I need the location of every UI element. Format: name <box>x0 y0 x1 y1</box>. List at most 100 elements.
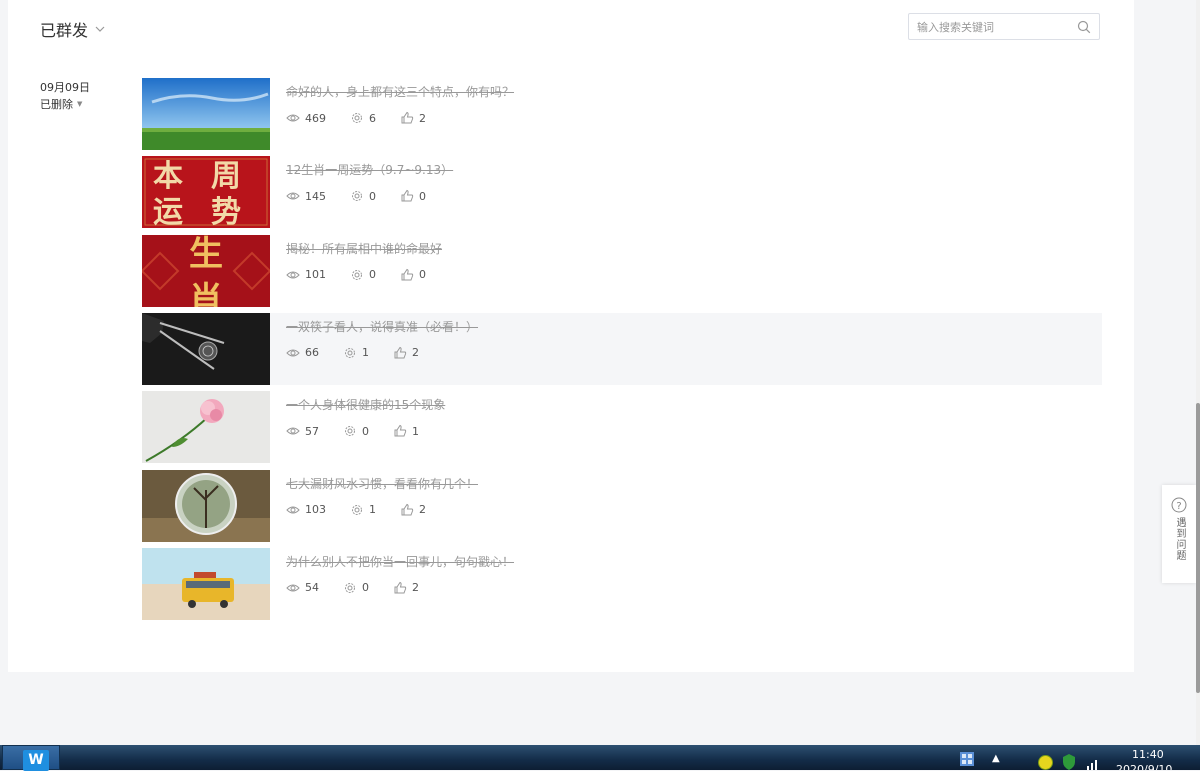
group-status-dropdown[interactable]: 已删除 ▼ <box>40 96 90 113</box>
article-stats: 145 0 0 <box>286 189 450 203</box>
group-date-info: 09月09日 已删除 ▼ <box>40 79 90 113</box>
likes-stat: 1 <box>393 424 419 438</box>
crystal-ball-image <box>142 469 270 542</box>
tray-expand-icon[interactable]: ▲ <box>992 753 1000 764</box>
taskbar: W ▲ 11:40 2020/9/10 <box>0 745 1200 771</box>
shares-count: 0 <box>362 581 369 595</box>
mass-send-filter-dropdown[interactable]: 已群发 <box>40 17 106 41</box>
article-title[interactable]: 为什么别人不把你当一回事儿，句句戳心！ <box>286 553 514 570</box>
article-row: 生 肖 揭秘！所有属相中谁的命最好 101 0 0 <box>142 234 1102 307</box>
page-title: 已群发 <box>40 21 89 40</box>
clock-time[interactable]: 11:40 <box>1132 748 1164 761</box>
article-stats: 469 6 2 <box>286 111 450 125</box>
gear-icon <box>352 113 362 123</box>
shares-stat: 1 <box>350 503 376 517</box>
article-row: 一个人身体很健康的15个现象 57 0 1 <box>142 391 1102 464</box>
article-title[interactable]: 一个人身体很健康的15个现象 <box>286 396 445 413</box>
clock-date[interactable]: 2020/9/10 <box>1116 763 1186 770</box>
article-stats: 66 1 2 <box>286 346 443 360</box>
thumbs-up-icon <box>401 111 414 124</box>
gear-icon <box>352 504 362 515</box>
app-logo-icon: W <box>23 750 49 771</box>
article-stats: 57 0 1 <box>286 424 443 438</box>
thumbs-up-icon <box>401 503 414 516</box>
views-count: 66 <box>305 346 319 360</box>
likes-count: 0 <box>419 189 426 203</box>
article-title[interactable]: 七大漏财风水习惯，看看你有几个！ <box>286 475 478 492</box>
help-label: 遇到问题 <box>1174 517 1185 561</box>
views-count: 101 <box>305 268 326 282</box>
likes-count: 2 <box>419 503 426 517</box>
thumb-char: 肖 <box>189 280 223 307</box>
eye-icon <box>286 506 300 514</box>
network-app-icon[interactable] <box>960 752 974 766</box>
likes-count: 1 <box>412 424 419 438</box>
svg-text:?: ? <box>1176 501 1181 512</box>
article-thumbnail[interactable] <box>142 469 270 542</box>
caret-down-icon: ▼ <box>77 100 83 108</box>
thumb-char: 周 <box>211 159 241 194</box>
scrollbar-thumb[interactable] <box>1196 403 1200 693</box>
article-title[interactable]: 一双筷子看人，说得真准（必看！） <box>286 318 478 335</box>
article-thumbnail[interactable] <box>142 391 270 464</box>
search-icon[interactable] <box>1077 20 1091 34</box>
likes-stat: 2 <box>400 111 426 125</box>
taskbar-app-button[interactable]: W <box>2 745 60 771</box>
article-stats: 101 0 0 <box>286 268 450 282</box>
article-thumbnail[interactable] <box>142 78 270 150</box>
rose-image <box>142 391 270 464</box>
shares-stat: 6 <box>350 111 376 125</box>
eye-icon <box>286 271 300 279</box>
signal-icon[interactable] <box>1086 757 1100 770</box>
article-thumbnail[interactable]: 生 肖 <box>142 234 270 307</box>
question-icon: ? <box>1171 497 1187 513</box>
article-row: 七大漏财风水习惯，看看你有几个！ 103 1 2 <box>142 469 1102 542</box>
views-count: 145 <box>305 189 326 203</box>
search-input[interactable] <box>917 19 1067 35</box>
article-thumbnail[interactable]: 本 周 运 势 <box>142 156 270 229</box>
shares-count: 1 <box>369 503 376 517</box>
views-stat: 103 <box>286 503 326 517</box>
likes-count: 2 <box>412 581 419 595</box>
article-row: 为什么别人不把你当一回事儿，句句戳心！ 54 0 2 <box>142 547 1102 620</box>
likes-stat: 2 <box>393 346 419 360</box>
shares-count: 0 <box>369 189 376 203</box>
article-thumbnail[interactable] <box>142 547 270 620</box>
views-stat: 57 <box>286 424 319 438</box>
views-count: 469 <box>305 111 326 125</box>
toy-bus-image <box>142 547 270 620</box>
views-stat: 469 <box>286 111 326 125</box>
shield-icon[interactable] <box>1062 754 1076 770</box>
gear-icon <box>352 269 362 280</box>
likes-stat: 2 <box>400 503 426 517</box>
views-count: 103 <box>305 503 326 517</box>
likes-stat: 2 <box>393 581 419 595</box>
article-title[interactable]: 揭秘！所有属相中谁的命最好 <box>286 240 442 257</box>
views-stat: 101 <box>286 268 326 282</box>
content-card: 已群发 09月09日 已删除 ▼ <box>8 0 1134 672</box>
eye-icon <box>286 114 300 122</box>
chevron-down-icon <box>95 26 105 32</box>
thumb-char: 势 <box>211 195 241 228</box>
tray-app-icon[interactable] <box>1038 755 1053 770</box>
likes-count: 0 <box>419 268 426 282</box>
views-count: 54 <box>305 581 319 595</box>
article-thumbnail[interactable] <box>142 312 270 385</box>
shares-count: 1 <box>362 346 369 360</box>
shares-count: 0 <box>369 268 376 282</box>
help-button[interactable]: ? 遇到问题 <box>1162 485 1196 583</box>
eye-icon <box>286 427 300 435</box>
thumbs-up-icon <box>394 346 407 359</box>
shares-stat: 0 <box>343 424 369 438</box>
sky-grass-image <box>142 78 270 150</box>
article-title[interactable]: 12生肖一周运势（9.7~9.13） <box>286 161 453 178</box>
views-stat: 66 <box>286 346 319 360</box>
group-status: 已删除 <box>40 98 73 111</box>
article-row: 命好的人，身上都有这三个特点，你有吗？ 469 6 2 <box>142 78 1102 150</box>
shares-stat: 0 <box>350 189 376 203</box>
article-title[interactable]: 命好的人，身上都有这三个特点，你有吗？ <box>286 83 514 100</box>
likes-count: 2 <box>412 346 419 360</box>
likes-count: 2 <box>419 111 426 125</box>
gear-icon <box>345 426 355 437</box>
search-box <box>908 13 1100 40</box>
